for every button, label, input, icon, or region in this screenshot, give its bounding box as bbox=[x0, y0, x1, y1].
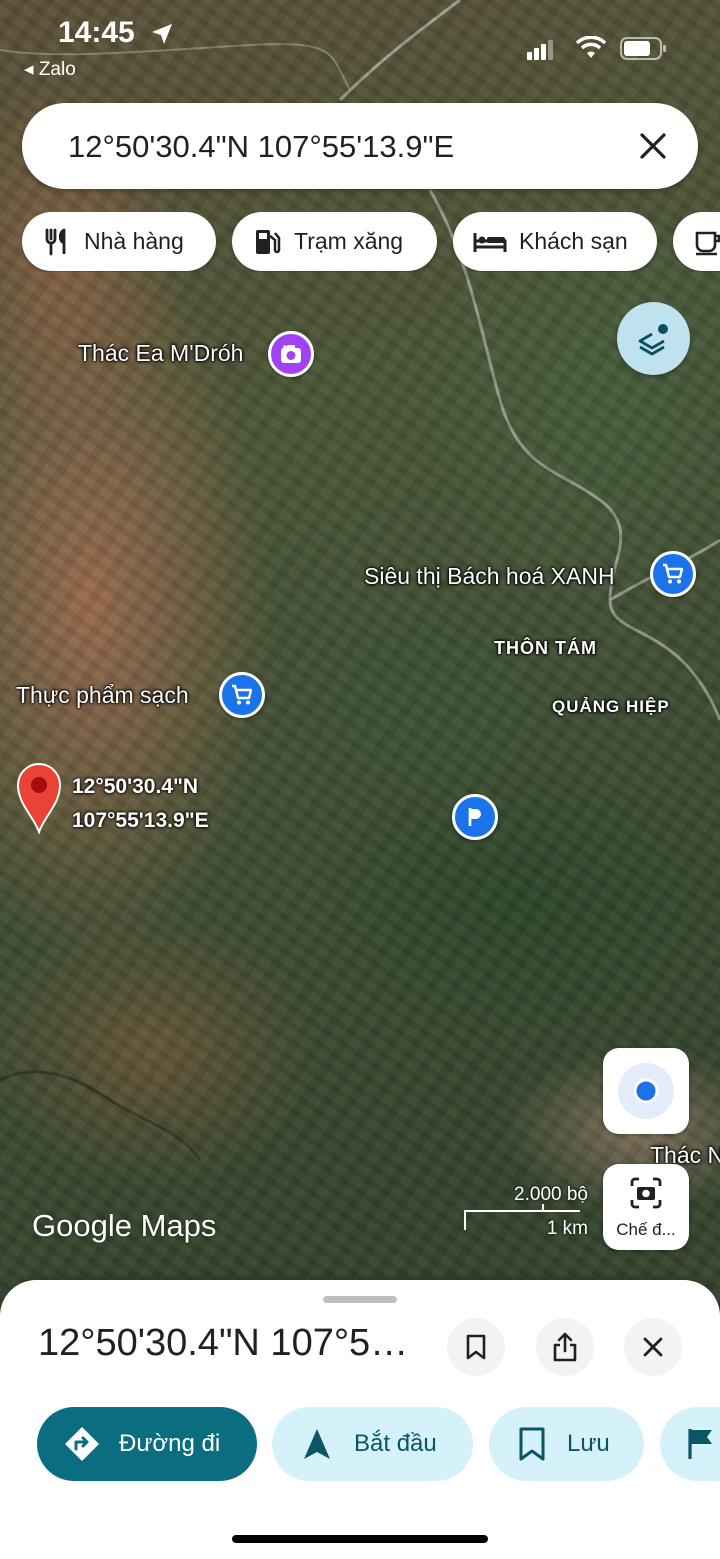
google-maps-logo: Google Maps bbox=[32, 1208, 217, 1243]
layers-icon bbox=[638, 323, 668, 355]
save-label: Lưu bbox=[567, 1430, 610, 1457]
status-bar: 14:45 ◂ Zalo bbox=[0, 0, 720, 90]
start-label: Bắt đầu bbox=[354, 1430, 437, 1457]
my-location-button[interactable] bbox=[603, 1048, 689, 1134]
bed-icon bbox=[473, 232, 507, 252]
search-bar[interactable]: 12°50'30.4"N 107°55'13.9"E bbox=[22, 103, 698, 189]
map-label-food-store[interactable]: Thực phẩm sạch bbox=[16, 682, 189, 709]
scale-metric: 1 km bbox=[546, 1218, 588, 1239]
utensils-icon bbox=[45, 228, 66, 255]
chip-label: Trạm xăng bbox=[294, 228, 404, 254]
chip-restaurants[interactable]: Nhà hàng bbox=[22, 212, 216, 271]
poi-food-store-marker[interactable] bbox=[219, 672, 265, 718]
bookmark-icon bbox=[466, 1334, 486, 1360]
save-button[interactable] bbox=[447, 1318, 505, 1376]
lens-mode-button[interactable]: Chế đ... bbox=[603, 1164, 689, 1250]
chip-gas-stations[interactable]: Trạm xăng bbox=[232, 212, 437, 271]
poi-waterfall-marker[interactable] bbox=[268, 331, 314, 377]
chip-label: Khách sạn bbox=[519, 228, 628, 254]
cellular-signal-icon bbox=[527, 40, 553, 60]
location-arrow-icon bbox=[152, 24, 172, 44]
shopping-cart-icon bbox=[663, 563, 684, 584]
share-icon bbox=[553, 1332, 577, 1362]
flag-marker-icon bbox=[468, 808, 481, 826]
shopping-cart-icon bbox=[232, 684, 253, 705]
camera-lens-icon bbox=[630, 1177, 662, 1209]
dropped-pin-icon[interactable] bbox=[16, 762, 62, 834]
map-label-waterfall[interactable]: Thác Ea M'Dróh bbox=[78, 340, 243, 367]
map-label-supermarket[interactable]: Siêu thị Bách hoá XANH bbox=[364, 563, 615, 590]
bookmark-icon bbox=[519, 1427, 545, 1461]
scale-imperial: 2.000 bộ bbox=[514, 1184, 588, 1205]
pin-latitude: 12°50'30.4"N bbox=[72, 775, 199, 798]
label-button[interactable] bbox=[660, 1407, 720, 1481]
chip-hotels[interactable]: Khách sạn bbox=[453, 212, 657, 271]
bottom-sheet: 12°50'30.4"N 107°55'13.9"E Đường đi B bbox=[0, 1280, 720, 1559]
start-button[interactable]: Bắt đầu bbox=[272, 1407, 473, 1481]
search-query[interactable]: 12°50'30.4"N 107°55'13.9"E bbox=[68, 129, 454, 165]
sheet-drag-handle[interactable] bbox=[323, 1296, 397, 1303]
close-icon[interactable] bbox=[632, 125, 674, 167]
flag-icon bbox=[688, 1429, 712, 1459]
close-icon bbox=[643, 1337, 663, 1357]
map-label-village-quang-hiep: QUẢNG HIỆP bbox=[552, 697, 670, 716]
chip-label: Nhà hàng bbox=[84, 228, 184, 254]
battery-icon bbox=[620, 37, 666, 60]
camera-icon bbox=[281, 345, 301, 363]
wifi-icon bbox=[575, 36, 607, 58]
action-buttons-row: Đường đi Bắt đầu Lưu bbox=[0, 1407, 720, 1483]
coffee-icon bbox=[695, 231, 720, 255]
gas-station-icon bbox=[256, 229, 281, 254]
close-sheet-button[interactable] bbox=[624, 1318, 682, 1376]
directions-label: Đường đi bbox=[119, 1430, 221, 1457]
home-indicator[interactable] bbox=[232, 1535, 488, 1543]
pin-longitude: 107°55'13.9"E bbox=[72, 809, 209, 832]
pin-coordinates-label: 12°50'30.4"N 107°55'13.9"E bbox=[72, 770, 209, 838]
back-to-app-link[interactable]: ◂ Zalo bbox=[24, 58, 76, 81]
map-label-village-thon-tam: THÔN TÁM bbox=[494, 638, 597, 658]
save-place-button[interactable]: Lưu bbox=[489, 1407, 644, 1481]
lens-label: Chế đ... bbox=[616, 1220, 676, 1239]
share-button[interactable] bbox=[536, 1318, 594, 1376]
navigation-arrow-icon bbox=[304, 1429, 330, 1459]
layers-button[interactable] bbox=[617, 302, 690, 375]
status-time: 14:45 bbox=[58, 16, 135, 49]
place-title: 12°50'30.4"N 107°55'13.9"E bbox=[38, 1322, 428, 1364]
directions-icon bbox=[65, 1427, 99, 1461]
my-location-dot-icon bbox=[618, 1063, 674, 1119]
directions-button[interactable]: Đường đi bbox=[37, 1407, 257, 1481]
map-scale: 2.000 bộ 1 km bbox=[462, 1184, 588, 1244]
chip-coffee[interactable] bbox=[673, 212, 720, 271]
poi-parking-marker[interactable] bbox=[452, 794, 498, 840]
category-chips: Nhà hàng Trạm xăng Khách sạn bbox=[22, 212, 720, 272]
poi-supermarket-marker[interactable] bbox=[650, 551, 696, 597]
back-app-label: Zalo bbox=[38, 59, 76, 80]
